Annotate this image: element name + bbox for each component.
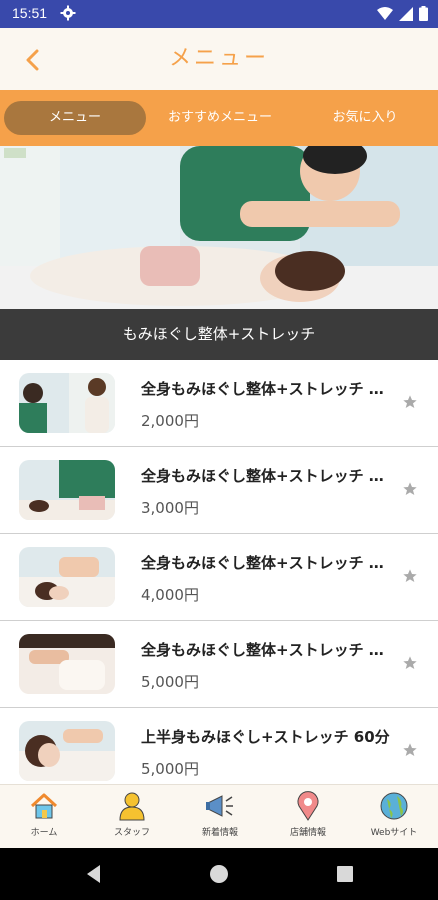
menu-photo bbox=[19, 721, 115, 781]
battery-icon bbox=[419, 6, 428, 21]
signal-icon bbox=[399, 6, 413, 21]
menu-item-title: 全身もみほぐし整体+ストレッチ 45分 bbox=[141, 467, 393, 485]
menu-item[interactable]: 全身もみほぐし整体+ストレッチ 75分 5,000円 bbox=[0, 621, 438, 708]
menu-item-title: 上半身もみほぐし+ストレッチ 60分 bbox=[141, 728, 390, 746]
nav-home-label: ホーム bbox=[30, 828, 58, 838]
menu-list: 全身もみほぐし整体+ストレッチ 30分 2,000円 全身もみほぐし整体+ストレ… bbox=[0, 360, 438, 784]
gear-icon bbox=[60, 5, 76, 21]
menu-item-title: 全身もみほぐし整体+ストレッチ 75分 bbox=[141, 641, 393, 659]
menu-photo bbox=[19, 634, 115, 694]
menu-photo bbox=[19, 373, 115, 433]
menu-item[interactable]: 全身もみほぐし整体+ストレッチ 60分 4,000円 bbox=[0, 534, 438, 621]
hero-image bbox=[0, 146, 438, 309]
category-header: もみほぐし整体+ストレッチ bbox=[0, 309, 438, 360]
menu-thumbnail bbox=[19, 460, 115, 520]
recents-square-icon[interactable] bbox=[333, 862, 357, 886]
wifi-icon bbox=[377, 6, 393, 20]
menu-item-price: 5,000円 bbox=[141, 673, 199, 691]
star-icon[interactable] bbox=[402, 394, 418, 410]
status-time: 15:51 bbox=[12, 5, 48, 21]
nav-store[interactable]: 店舗情報 bbox=[264, 791, 352, 845]
menu-item-price: 2,000円 bbox=[141, 412, 199, 430]
nav-news[interactable]: 新着情報 bbox=[176, 791, 264, 845]
back-button[interactable] bbox=[16, 44, 48, 76]
bottom-nav: ホーム スタッフ 新着情報 店舗情報 Webサイト bbox=[0, 784, 438, 848]
globe-icon bbox=[380, 792, 408, 820]
nav-website-label: Webサイト bbox=[370, 828, 418, 838]
chevron-left-icon bbox=[26, 49, 39, 71]
star-icon[interactable] bbox=[402, 481, 418, 497]
star-icon[interactable] bbox=[402, 655, 418, 671]
menu-item[interactable]: 全身もみほぐし整体+ストレッチ 45分 3,000円 bbox=[0, 447, 438, 534]
tab-bar: メニュー おすすめメニュー お気に入り bbox=[0, 90, 438, 146]
status-bar: 15:51 bbox=[0, 0, 438, 28]
menu-photo bbox=[19, 547, 115, 607]
staff-icon bbox=[119, 792, 145, 821]
menu-thumbnail bbox=[19, 721, 115, 781]
menu-item[interactable]: 全身もみほぐし整体+ストレッチ 30分 2,000円 bbox=[0, 360, 438, 447]
map-pin-icon bbox=[297, 791, 319, 821]
star-icon[interactable] bbox=[402, 742, 418, 758]
back-triangle-icon[interactable] bbox=[82, 862, 106, 886]
nav-home[interactable]: ホーム bbox=[0, 791, 88, 845]
megaphone-icon bbox=[206, 795, 233, 817]
app-header: メニュー bbox=[0, 28, 438, 90]
nav-news-label: 新着情報 bbox=[201, 828, 238, 838]
menu-item-title: 全身もみほぐし整体+ストレッチ 60分 bbox=[141, 554, 393, 572]
nav-store-label: 店舗情報 bbox=[289, 828, 326, 838]
menu-thumbnail bbox=[19, 634, 115, 694]
nav-staff-label: スタッフ bbox=[113, 828, 150, 838]
status-icons bbox=[377, 6, 428, 21]
home-circle-icon[interactable] bbox=[207, 862, 231, 886]
hero-photo bbox=[0, 146, 438, 309]
menu-photo bbox=[19, 460, 115, 520]
page-title: メニュー bbox=[168, 46, 269, 71]
menu-thumbnail bbox=[19, 547, 115, 607]
nav-staff[interactable]: スタッフ bbox=[88, 791, 176, 845]
home-icon bbox=[30, 793, 58, 819]
menu-item-price: 5,000円 bbox=[141, 760, 199, 778]
tab-recommend[interactable]: おすすめメニュー bbox=[148, 101, 292, 135]
system-nav-bar bbox=[0, 848, 438, 900]
menu-item-price: 4,000円 bbox=[141, 586, 199, 604]
menu-item[interactable]: 上半身もみほぐし+ストレッチ 60分 5,000円 bbox=[0, 708, 438, 784]
star-icon[interactable] bbox=[402, 568, 418, 584]
menu-item-title: 全身もみほぐし整体+ストレッチ 30分 bbox=[141, 380, 393, 398]
menu-item-price: 3,000円 bbox=[141, 499, 199, 517]
tab-menu[interactable]: メニュー bbox=[4, 101, 146, 135]
tab-favorites[interactable]: お気に入り bbox=[296, 101, 434, 135]
menu-thumbnail bbox=[19, 373, 115, 433]
nav-website[interactable]: Webサイト bbox=[350, 791, 438, 845]
